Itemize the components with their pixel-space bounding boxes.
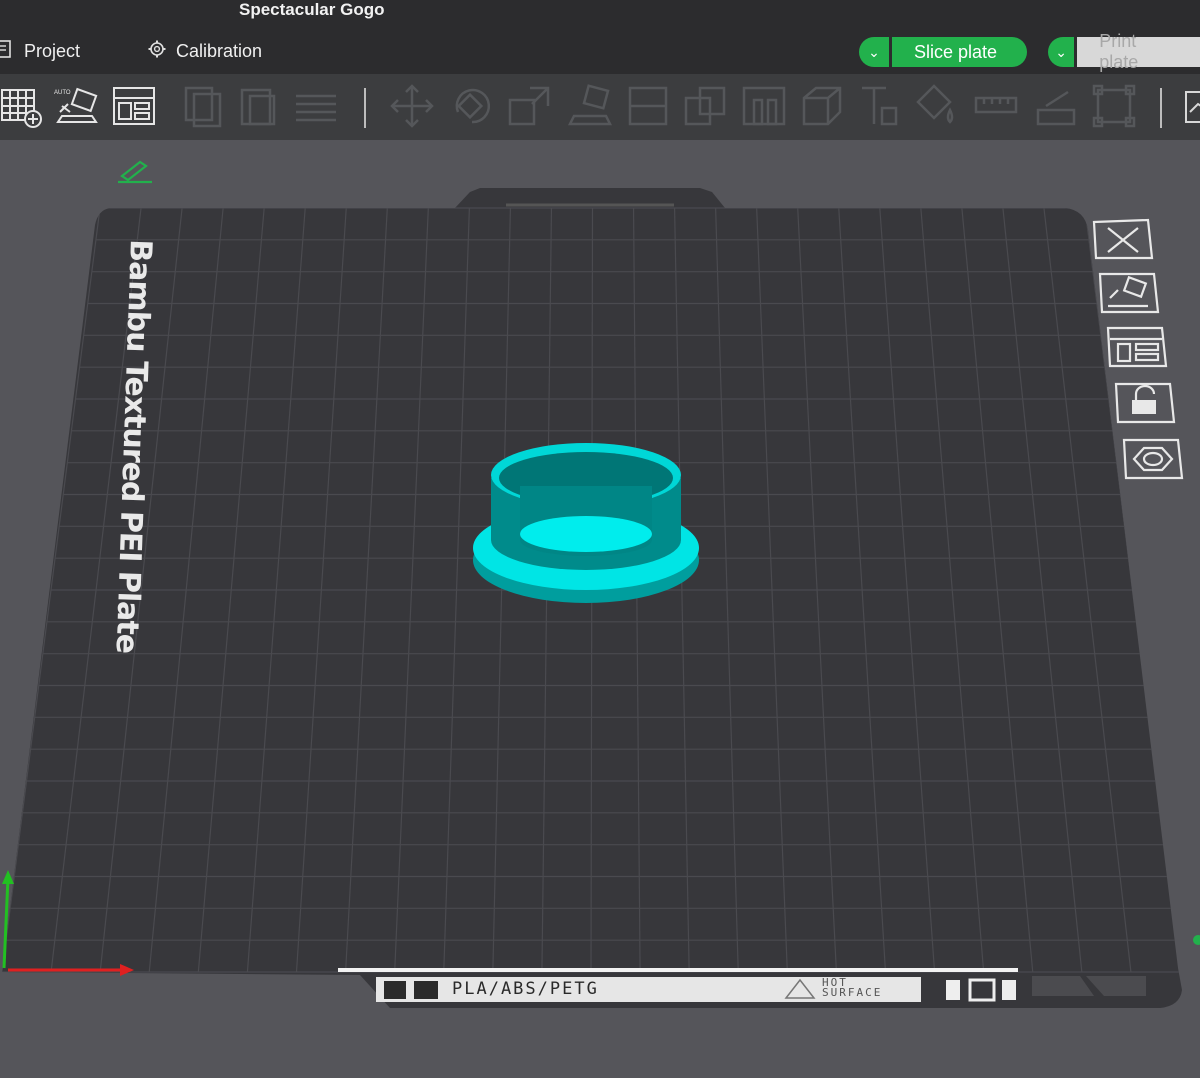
slice-button-group: ⌄ Slice plate xyxy=(859,37,1028,67)
plate-settings-icon xyxy=(1122,438,1184,480)
print-dropdown-button[interactable]: ⌄ xyxy=(1048,37,1075,67)
chevron-down-icon: ⌄ xyxy=(868,43,880,60)
lay-on-face-icon xyxy=(567,84,613,126)
auto-arrange-tool[interactable]: AUTO xyxy=(52,82,100,130)
measure-icon xyxy=(974,96,1018,114)
overflow-tool[interactable] xyxy=(1184,82,1200,130)
warning-line-2: SURFACE xyxy=(822,986,883,999)
window-title: Spectacular Gogo xyxy=(239,0,385,19)
copy-icon xyxy=(184,86,222,128)
scale-tool[interactable] xyxy=(506,82,554,130)
color-paint-tool[interactable] xyxy=(912,82,960,130)
rotate-icon xyxy=(455,88,491,124)
paste-icon xyxy=(240,88,276,126)
3d-viewport[interactable]: Bambu Textured PEI Plate PLA/ABS/PETG HO… xyxy=(0,140,1200,1078)
layers-tool[interactable] xyxy=(292,82,340,130)
tab-project[interactable]: Project xyxy=(0,40,80,63)
boolean-tool[interactable] xyxy=(682,82,730,130)
auto-orient-button[interactable] xyxy=(1096,272,1160,314)
arrange-icon xyxy=(1106,326,1168,368)
hot-surface-warning: HOT SURFACE xyxy=(822,977,883,999)
title-bar: Spectacular Gogo Project Calibration ⌄ S… xyxy=(0,0,1200,74)
arrange-button[interactable] xyxy=(1104,326,1168,368)
split-tool[interactable] xyxy=(1090,82,1138,130)
layers-icon xyxy=(296,94,336,122)
assembly-tool[interactable] xyxy=(1032,82,1080,130)
calibration-icon xyxy=(148,40,166,63)
slice-plate-button[interactable]: Slice plate xyxy=(892,37,1028,67)
orient-tool[interactable] xyxy=(110,82,158,130)
copy-tool[interactable] xyxy=(180,82,228,130)
move-tool[interactable] xyxy=(388,82,436,130)
toolbar-divider xyxy=(1160,88,1162,128)
3d-model-part xyxy=(473,443,699,603)
split-icon xyxy=(1092,84,1136,128)
paste-tool[interactable] xyxy=(236,82,284,130)
rotate-tool[interactable] xyxy=(448,82,496,130)
tab-calibration-label: Calibration xyxy=(176,41,263,61)
print-button-group: ⌄ Print plate xyxy=(1048,31,1200,72)
text-icon xyxy=(862,86,898,126)
toolbar-divider xyxy=(364,88,366,128)
tab-project-label: Project xyxy=(24,41,81,61)
lay-on-face-tool[interactable] xyxy=(566,82,614,130)
build-plate-scene xyxy=(2,160,1200,1008)
print-plate-button[interactable]: Print plate xyxy=(1077,31,1200,72)
svg-text:AUTO: AUTO xyxy=(54,90,71,96)
color-paint-icon xyxy=(916,84,954,124)
close-plate-icon xyxy=(1092,218,1154,260)
scale-icon xyxy=(508,86,550,126)
cut-icon xyxy=(628,86,668,126)
slice-dropdown-button[interactable]: ⌄ xyxy=(859,37,889,67)
measure-tool[interactable] xyxy=(972,82,1020,130)
cut-tool[interactable] xyxy=(624,82,672,130)
add-plate-icon xyxy=(1,89,42,128)
plate-settings-button[interactable] xyxy=(1120,438,1184,480)
assembly-icon xyxy=(1036,90,1076,126)
support-paint-icon xyxy=(742,86,786,126)
lock-icon xyxy=(1114,382,1176,424)
orient-icon xyxy=(113,87,155,125)
add-plate-tool[interactable] xyxy=(0,82,46,130)
chevron-down-icon: ⌄ xyxy=(1055,43,1067,60)
project-icon xyxy=(0,40,14,63)
toolbar: AUTO xyxy=(0,74,1200,140)
lock-plate-button[interactable] xyxy=(1112,382,1176,424)
tab-calibration[interactable]: Calibration xyxy=(148,40,262,63)
close-plate-button[interactable] xyxy=(1090,218,1154,260)
text-tool[interactable] xyxy=(856,82,904,130)
support-paint-tool[interactable] xyxy=(740,82,788,130)
auto-orient-icon xyxy=(1098,272,1160,314)
seam-icon xyxy=(802,86,842,126)
chart-icon xyxy=(1185,91,1200,123)
move-icon xyxy=(390,84,434,128)
plate-materials-label: PLA/ABS/PETG xyxy=(452,979,599,999)
auto-arrange-icon: AUTO xyxy=(54,87,98,123)
seam-tool[interactable] xyxy=(798,82,846,130)
boolean-icon xyxy=(684,86,726,126)
edit-plate-name-icon xyxy=(118,160,152,184)
